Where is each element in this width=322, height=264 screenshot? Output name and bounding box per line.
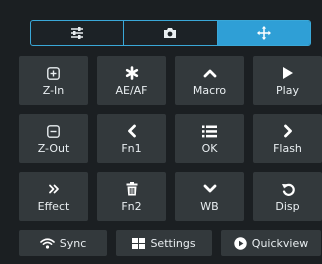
- quickview-label: Quickview: [251, 236, 309, 250]
- settings-button[interactable]: Settings: [116, 230, 212, 256]
- move-arrows-icon: [256, 26, 271, 40]
- ok-label: OK: [201, 142, 218, 155]
- sync-label: Sync: [59, 236, 87, 250]
- zoom-in-button[interactable]: Z-In: [19, 56, 88, 105]
- macro-label: Macro: [192, 84, 227, 97]
- flash-button[interactable]: Flash: [253, 114, 322, 163]
- sliders-icon: [71, 27, 84, 39]
- button-grid: Z-In AE/AF Macro Play Z-Out Fn1 OK Flash…: [19, 56, 322, 221]
- bottom-bar: Sync Settings Quickview: [19, 230, 321, 256]
- tab-move[interactable]: [217, 21, 310, 45]
- wifi-icon: [39, 237, 55, 249]
- flash-label: Flash: [273, 142, 302, 155]
- play-icon: [282, 67, 293, 79]
- fn1-button[interactable]: Fn1: [97, 114, 166, 163]
- plus-square-icon: [47, 66, 60, 80]
- fn1-label: Fn1: [121, 142, 142, 155]
- disp-label: Disp: [275, 200, 300, 213]
- play-button[interactable]: Play: [253, 56, 322, 105]
- undo-icon: [281, 183, 295, 196]
- tab-camera[interactable]: [124, 21, 218, 45]
- double-chevron-right-icon: [48, 184, 59, 194]
- play-label: Play: [276, 84, 299, 97]
- minus-square-icon: [47, 124, 60, 138]
- chevron-up-icon: [203, 69, 216, 78]
- chevron-down-icon: [203, 184, 216, 193]
- settings-label: Settings: [150, 236, 196, 250]
- wb-button[interactable]: WB: [175, 172, 244, 221]
- chevron-right-icon: [283, 124, 292, 138]
- zoom-out-button[interactable]: Z-Out: [19, 114, 88, 163]
- list-icon: [202, 125, 217, 137]
- disp-button[interactable]: Disp: [253, 172, 322, 221]
- effect-button[interactable]: Effect: [19, 172, 88, 221]
- fn2-label: Fn2: [121, 200, 142, 213]
- asterisk-icon: [125, 66, 138, 80]
- zoom-in-label: Z-In: [42, 84, 65, 97]
- mode-tabs: [30, 20, 311, 46]
- tab-sliders[interactable]: [31, 21, 125, 45]
- macro-button[interactable]: Macro: [175, 56, 244, 105]
- zoom-out-label: Z-Out: [37, 142, 70, 155]
- ae-af-label: AE/AF: [115, 84, 148, 97]
- chevron-left-icon: [127, 124, 136, 138]
- ok-button[interactable]: OK: [175, 114, 244, 163]
- quickview-button[interactable]: Quickview: [221, 230, 321, 256]
- camera-icon: [164, 28, 177, 38]
- effect-label: Effect: [37, 200, 70, 213]
- sync-button[interactable]: Sync: [19, 230, 107, 256]
- grid-icon: [132, 237, 146, 249]
- ae-af-button[interactable]: AE/AF: [97, 56, 166, 105]
- play-circle-icon: [234, 236, 247, 250]
- fn2-button[interactable]: Fn2: [97, 172, 166, 221]
- wb-label: WB: [200, 200, 219, 213]
- trash-icon: [126, 182, 137, 196]
